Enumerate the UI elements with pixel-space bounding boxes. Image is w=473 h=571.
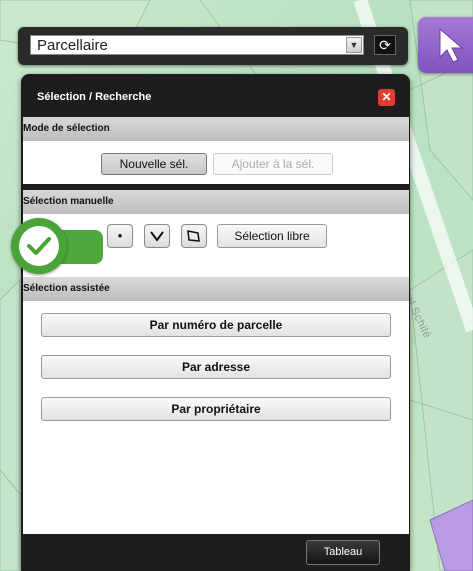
refresh-icon[interactable]: ⟳ — [374, 35, 396, 55]
owner-search-button[interactable]: Par propriétaire — [41, 397, 391, 421]
section-mode-header: Mode de sélection — [23, 117, 409, 141]
free-selection-button[interactable]: Sélection libre — [217, 224, 327, 248]
section-assisted-header: Sélection assistée — [23, 277, 409, 301]
layer-toolbar: Parcellaire ▼ ⟳ — [18, 27, 408, 65]
section-assisted-body: Par numéro de parcelle Par adresse Par p… — [23, 301, 409, 534]
cursor-arrow-icon — [439, 27, 464, 63]
section-mode-body: Nouvelle sél. Ajouter à la sél. — [23, 141, 409, 184]
section-manual-title: Sélection manuelle — [23, 196, 114, 207]
close-icon[interactable]: ✕ — [378, 89, 395, 106]
section-mode-title: Mode de sélection — [23, 123, 110, 134]
polyline-icon — [150, 231, 164, 242]
checkmark-glyph — [27, 237, 51, 255]
select-tool-button[interactable] — [418, 17, 473, 73]
panel-footer: Tableau — [23, 534, 409, 571]
layer-select-value: Parcellaire — [37, 37, 108, 54]
section-assisted-title: Sélection assistée — [23, 283, 110, 294]
address-search-button[interactable]: Par adresse — [41, 355, 391, 379]
active-tool-indicator — [11, 218, 103, 276]
polygon-tool-button[interactable] — [181, 224, 207, 248]
point-icon: • — [117, 228, 123, 243]
panel-title: Sélection / Recherche — [37, 91, 152, 103]
polygon-icon — [187, 230, 200, 242]
section-manual-header: Sélection manuelle — [23, 190, 409, 214]
line-tool-button[interactable] — [144, 224, 170, 248]
checkmark-icon — [11, 218, 67, 274]
chevron-down-icon[interactable]: ▼ — [346, 37, 362, 53]
point-tool-button[interactable]: • — [107, 224, 133, 248]
layer-select[interactable]: Parcellaire ▼ — [30, 35, 364, 55]
table-button[interactable]: Tableau — [306, 540, 380, 565]
new-selection-button[interactable]: Nouvelle sél. — [101, 153, 207, 175]
add-selection-button[interactable]: Ajouter à la sél. — [213, 153, 333, 175]
selection-panel: Sélection / Recherche ✕ Mode de sélectio… — [21, 74, 410, 571]
parcel-number-search-button[interactable]: Par numéro de parcelle — [41, 313, 391, 337]
